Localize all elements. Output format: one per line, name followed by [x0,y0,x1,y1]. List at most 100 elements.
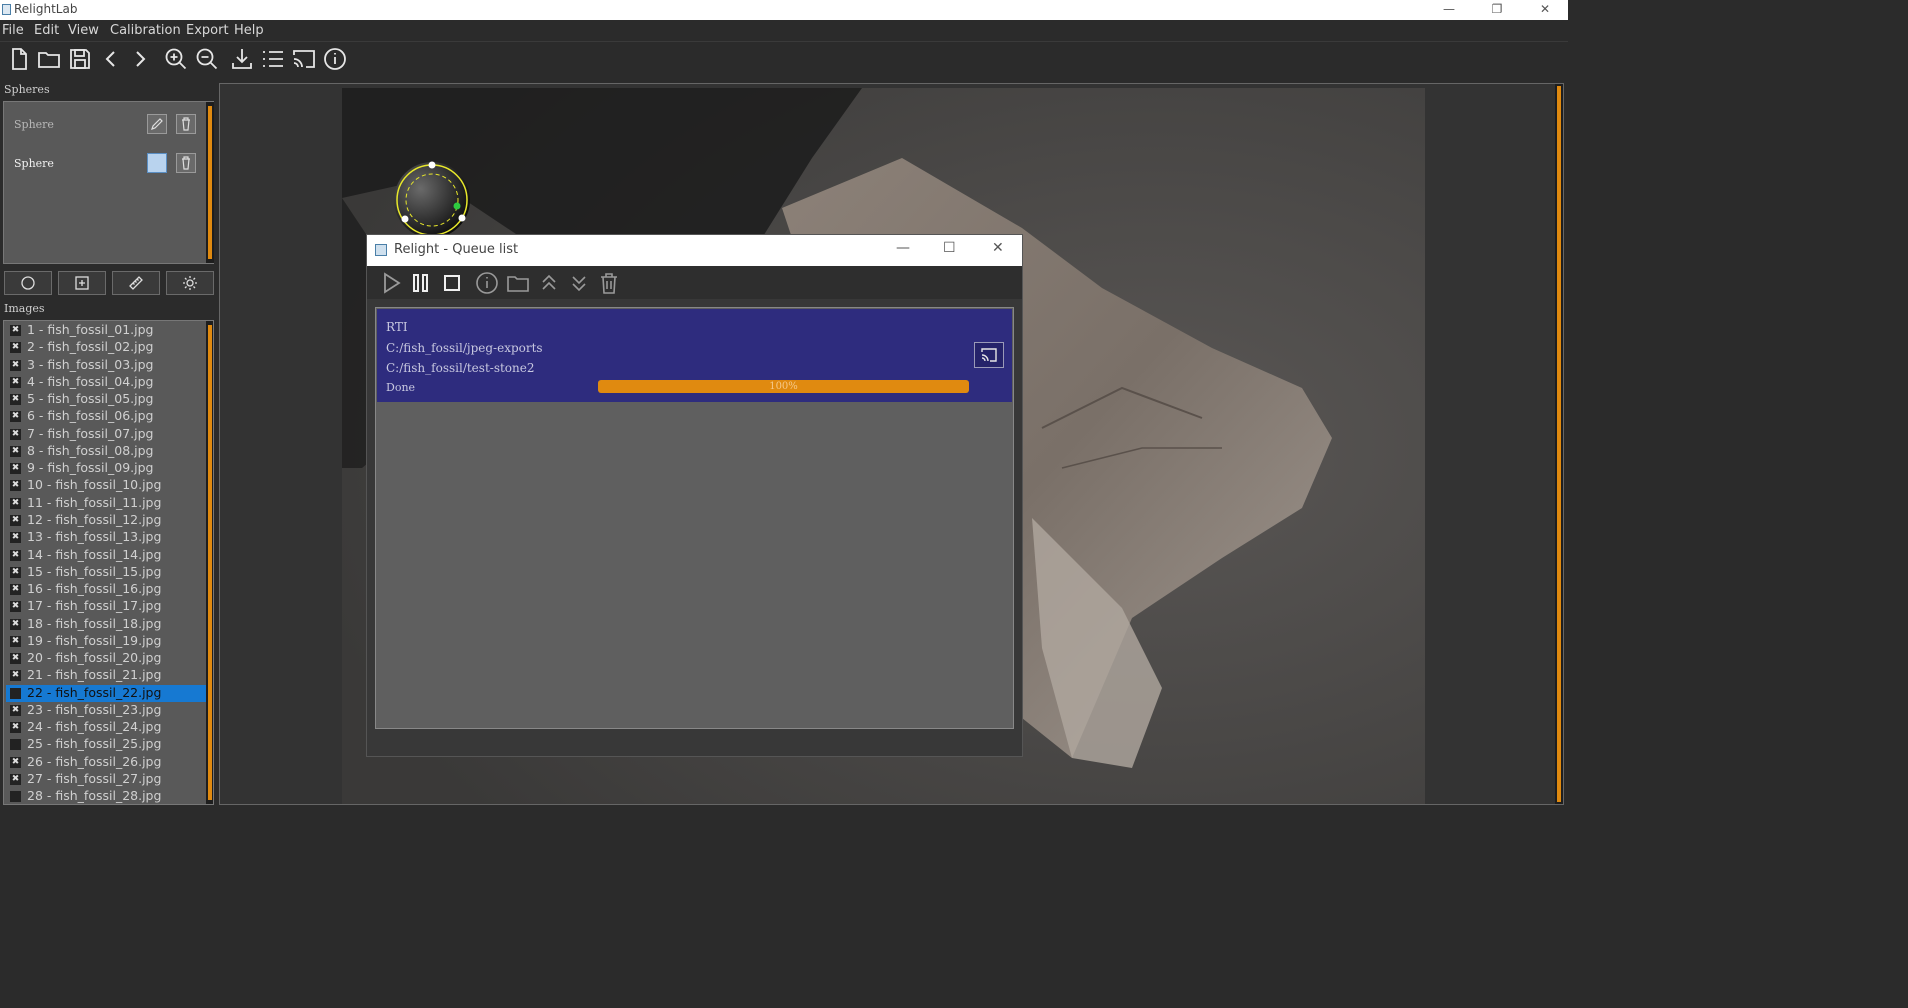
close-button[interactable]: ✕ [1522,0,1568,20]
image-checkbox[interactable]: ✖ [10,584,21,596]
image-checkbox[interactable]: ✖ [10,411,21,423]
image-checkbox[interactable]: ✖ [10,376,21,388]
image-list-item[interactable]: ✖ 9 - fish_fossil_09.jpg [6,460,208,477]
image-checkbox[interactable]: ✖ [10,653,21,665]
play-icon[interactable] [378,270,404,296]
minimize-button[interactable]: — [1426,0,1472,20]
info-icon[interactable] [322,46,348,72]
image-checkbox[interactable] [10,687,21,699]
open-folder-icon[interactable] [36,46,62,72]
image-list-item[interactable]: ✖ 8 - fish_fossil_08.jpg [6,443,208,460]
sphere-item[interactable]: Sphere [4,145,204,181]
image-list-item[interactable]: ✖ 15 - fish_fossil_15.jpg [6,564,208,581]
image-checkbox[interactable]: ✖ [10,635,21,647]
menu-calibration[interactable]: Calibration [110,23,181,38]
zoom-in-icon[interactable] [163,46,189,72]
image-list-item[interactable]: ✖ 17 - fish_fossil_17.jpg [6,598,208,615]
image-checkbox[interactable]: ✖ [10,325,21,336]
image-checkbox[interactable]: ✖ [10,342,21,354]
zoom-out-icon[interactable] [194,46,220,72]
image-checkbox[interactable]: ✖ [10,359,21,371]
add-box-tool-button[interactable] [58,271,106,295]
image-list-item[interactable]: ✖ 16 - fish_fossil_16.jpg [6,581,208,598]
circle-tool-button[interactable] [4,271,52,295]
image-checkbox[interactable]: ✖ [10,549,21,561]
image-checkbox[interactable]: ✖ [10,445,21,457]
image-list-item[interactable]: ✖ 7 - fish_fossil_07.jpg [6,426,208,443]
dialog-close-button[interactable]: ✕ [992,240,1004,256]
image-list-item[interactable]: ✖ 6 - fish_fossil_06.jpg [6,408,208,425]
image-checkbox[interactable]: ✖ [10,756,21,768]
image-checkbox[interactable]: ✖ [10,722,21,734]
viewer-scrollbar[interactable] [1555,84,1563,804]
image-list-item[interactable]: ✖ 18 - fish_fossil_18.jpg [6,616,208,633]
image-checkbox[interactable]: ✖ [10,428,21,440]
image-list-item[interactable]: ✖ 3 - fish_fossil_03.jpg [6,357,208,374]
info-icon[interactable] [474,270,500,296]
image-list-item[interactable]: ✖ 12 - fish_fossil_12.jpg [6,512,208,529]
edit-icon[interactable] [147,114,167,134]
image-list-item[interactable]: ✖ 19 - fish_fossil_19.jpg [6,633,208,650]
forward-icon[interactable] [127,46,153,72]
image-list-item[interactable]: 22 - fish_fossil_22.jpg [6,684,208,702]
images-scrollbar[interactable] [206,321,213,804]
list-icon[interactable] [260,46,286,72]
image-list-item[interactable]: ✖ 13 - fish_fossil_13.jpg [6,529,208,546]
image-checkbox[interactable]: ✖ [10,497,21,509]
stop-icon[interactable] [439,270,465,296]
menu-export[interactable]: Export [186,23,229,38]
image-list-item[interactable]: ✖ 2 - fish_fossil_02.jpg [6,339,208,356]
image-list-item[interactable]: ✖ 14 - fish_fossil_14.jpg [6,547,208,564]
image-checkbox[interactable]: ✖ [10,532,21,544]
image-list-item[interactable]: ✖ 26 - fish_fossil_26.jpg [6,754,208,771]
dialog-minimize-button[interactable]: — [896,240,910,256]
image-list-item[interactable]: ✖ 1 - fish_fossil_01.jpg [6,322,208,339]
sphere-item[interactable]: Sphere [4,106,204,142]
image-checkbox[interactable] [10,739,21,751]
image-checkbox[interactable]: ✖ [10,394,21,406]
cast-icon[interactable] [974,342,1004,368]
image-list-item[interactable]: ✖ 10 - fish_fossil_10.jpg [6,477,208,494]
image-checkbox[interactable]: ✖ [10,670,21,682]
menu-file[interactable]: File [2,23,24,38]
image-checkbox[interactable]: ✖ [10,704,21,716]
save-icon[interactable] [67,46,93,72]
ruler-tool-button[interactable] [112,271,160,295]
menu-help[interactable]: Help [234,23,264,38]
trash-icon[interactable] [596,270,622,296]
edit-icon[interactable] [147,153,167,173]
image-list-item[interactable]: 25 - fish_fossil_25.jpg [6,736,208,753]
light-tool-button[interactable] [166,271,214,295]
image-checkbox[interactable]: ✖ [10,480,21,492]
back-icon[interactable] [98,46,124,72]
queue-job-item[interactable]: RTI C:/fish_fossil/jpeg-exports C:/fish_… [377,309,1012,402]
image-list-item[interactable]: ✖ 24 - fish_fossil_24.jpg [6,719,208,736]
image-list-item[interactable]: ✖ 20 - fish_fossil_20.jpg [6,650,208,667]
image-list-item[interactable]: ✖ 21 - fish_fossil_21.jpg [6,667,208,684]
delete-icon[interactable] [176,153,196,173]
image-list-item[interactable]: ✖ 23 - fish_fossil_23.jpg [6,702,208,719]
image-checkbox[interactable] [10,791,21,803]
image-checkbox[interactable]: ✖ [10,514,21,526]
menu-view[interactable]: View [68,23,99,38]
pause-icon[interactable] [408,270,434,296]
download-icon[interactable] [229,46,255,72]
restore-button[interactable]: ❐ [1474,0,1520,20]
image-list-item[interactable]: ✖ 11 - fish_fossil_11.jpg [6,495,208,512]
image-checkbox[interactable]: ✖ [10,774,21,786]
new-file-icon[interactable] [6,46,32,72]
menu-edit[interactable]: Edit [34,23,59,38]
dialog-maximize-button[interactable]: ☐ [943,240,956,256]
image-list-item[interactable]: 28 - fish_fossil_28.jpg [6,788,208,804]
move-down-icon[interactable] [566,270,592,296]
move-up-icon[interactable] [536,270,562,296]
folder-icon[interactable] [505,270,531,296]
image-checkbox[interactable]: ✖ [10,601,21,613]
delete-icon[interactable] [176,114,196,134]
image-checkbox[interactable]: ✖ [10,618,21,630]
image-list-item[interactable]: ✖ 27 - fish_fossil_27.jpg [6,771,208,788]
image-list-item[interactable]: ✖ 5 - fish_fossil_05.jpg [6,391,208,408]
image-checkbox[interactable]: ✖ [10,463,21,475]
image-checkbox[interactable]: ✖ [10,566,21,578]
image-list-item[interactable]: ✖ 4 - fish_fossil_04.jpg [6,374,208,391]
